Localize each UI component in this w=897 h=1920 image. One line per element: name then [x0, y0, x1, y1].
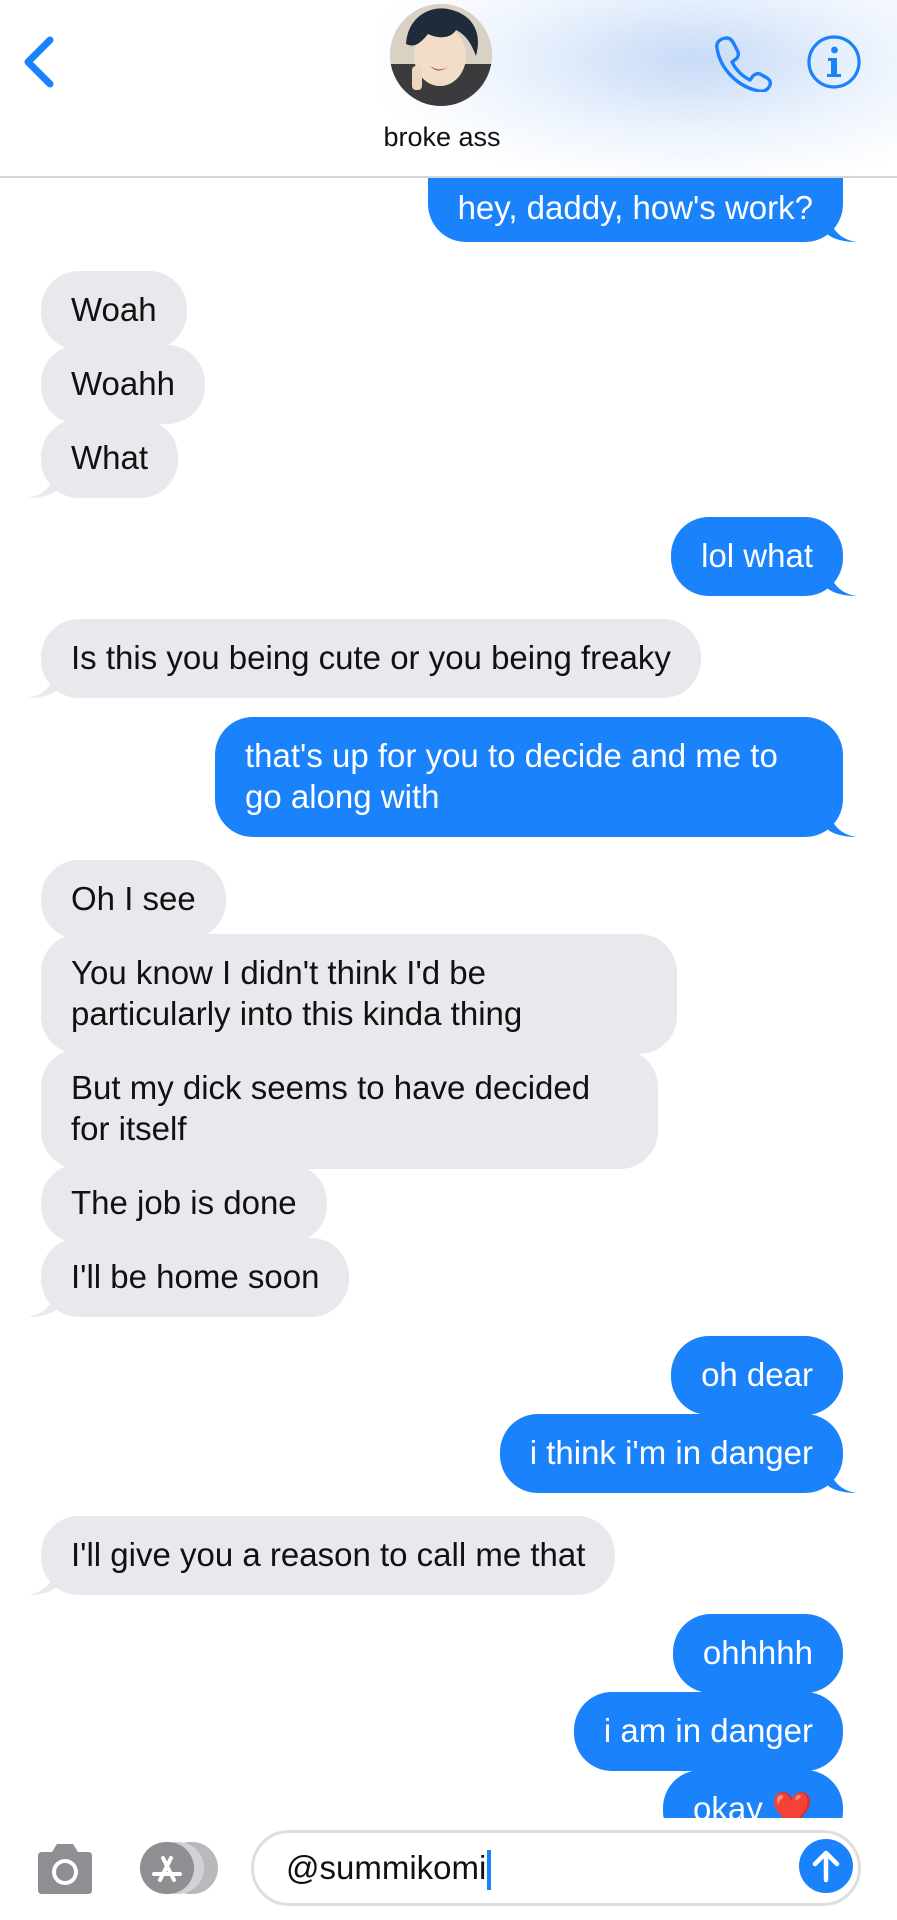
message-text: Woah [71, 291, 157, 328]
bubble-tail [827, 1463, 857, 1493]
bubble-tail [27, 1287, 57, 1317]
message-text-field[interactable]: @summikomi [251, 1830, 861, 1906]
message-bubble-outgoing[interactable]: okay ❤️ [663, 1770, 843, 1818]
app-store-icon[interactable] [140, 1840, 218, 1896]
message-bubble-incoming[interactable]: What [27, 419, 179, 498]
bubble-tail [27, 1565, 57, 1595]
camera-icon[interactable] [32, 1840, 98, 1900]
message-bubble-outgoing[interactable]: that's up for you to decide and me to go… [215, 717, 857, 837]
message-thread[interactable]: hey, daddy, how's work? Woah Woahh What … [0, 0, 897, 1818]
message-bubble-outgoing[interactable]: oh dear [671, 1336, 843, 1415]
text-cursor [487, 1850, 492, 1891]
message-text: i think i'm in danger [529, 1434, 813, 1471]
message-text: i am in danger [603, 1712, 813, 1749]
message-text: Is this you being cute or you being frea… [71, 639, 671, 676]
message-text: oh dear [701, 1356, 813, 1393]
chevron-left-icon[interactable] [18, 34, 62, 90]
message-text: that's up for you to decide and me to go… [245, 737, 778, 815]
message-bubble-outgoing[interactable]: ohhhhh [672, 1614, 843, 1693]
info-icon[interactable] [806, 34, 862, 90]
message-bubble-incoming[interactable]: Woah [41, 271, 187, 350]
bubble-tail [827, 807, 857, 837]
message-text: But my dick seems to have decided for it… [71, 1069, 591, 1147]
message-bubble-incoming[interactable]: Oh I see [41, 860, 226, 939]
message-input-value: @summikomi [286, 1849, 487, 1886]
bubble-tail [827, 212, 857, 242]
conversation-header: broke ass [0, 0, 897, 178]
message-bubble-incoming[interactable]: I'll give you a reason to call me that [27, 1516, 616, 1595]
message-text: The job is done [71, 1184, 297, 1221]
message-text: You know I didn't think I'd be particula… [71, 954, 523, 1032]
message-bubble-incoming[interactable]: I'll be home soon [27, 1238, 350, 1317]
message-text: lol what [701, 537, 813, 574]
message-text: I'll be home soon [71, 1258, 320, 1295]
message-bubble-incoming[interactable]: Is this you being cute or you being frea… [27, 619, 701, 698]
message-bubble-outgoing[interactable]: i am in danger [573, 1692, 843, 1771]
message-text: What [71, 439, 149, 476]
bubble-tail [27, 668, 57, 698]
phone-icon[interactable] [712, 32, 772, 92]
bubble-tail [27, 468, 57, 498]
message-bubble-outgoing[interactable]: hey, daddy, how's work? [427, 176, 857, 242]
message-bubble-incoming[interactable]: The job is done [41, 1164, 327, 1243]
avatar-image [390, 4, 492, 106]
contact-name[interactable]: broke ass [0, 122, 884, 153]
message-text: Woahh [71, 365, 175, 402]
avatar[interactable] [390, 4, 492, 106]
message-bubble-incoming[interactable]: Woahh [41, 345, 205, 424]
message-text: Oh I see [71, 880, 196, 917]
message-bubble-outgoing[interactable]: lol what [671, 517, 857, 596]
message-bubble-incoming[interactable]: But my dick seems to have decided for it… [41, 1049, 658, 1169]
send-arrow-up-icon[interactable] [798, 1838, 854, 1894]
message-bubble-outgoing[interactable]: i think i'm in danger [499, 1414, 857, 1493]
message-text: I'll give you a reason to call me that [71, 1536, 586, 1573]
bubble-tail [827, 566, 857, 596]
message-input-bar: @summikomi [0, 1818, 897, 1920]
message-text: ohhhhh [702, 1634, 813, 1671]
message-text: hey, daddy, how's work? [457, 189, 813, 226]
message-text: okay ❤️ [693, 1790, 813, 1818]
message-bubble-incoming[interactable]: You know I didn't think I'd be particula… [41, 934, 677, 1054]
